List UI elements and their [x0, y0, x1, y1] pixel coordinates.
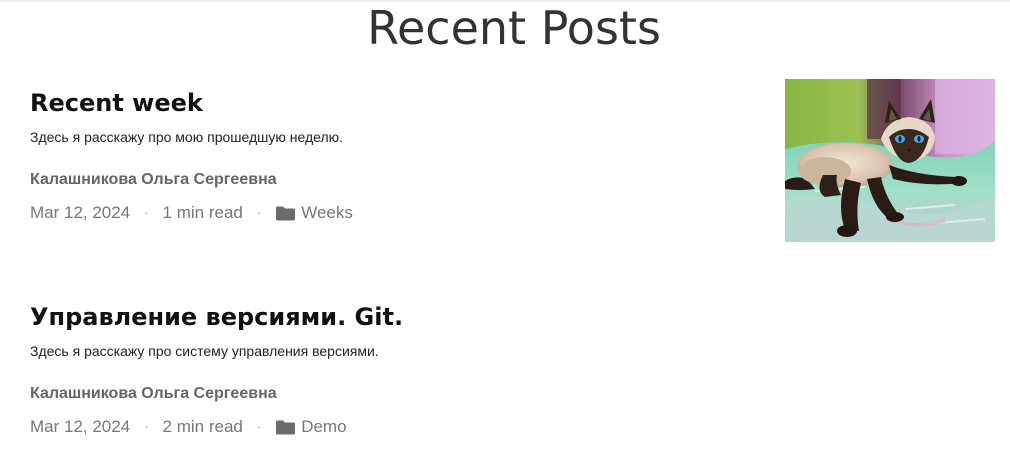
post-meta: Mar 12, 2024 · 2 min read · Demo [30, 415, 990, 439]
post-read-time: 1 min read [162, 203, 243, 222]
meta-separator: · [256, 419, 262, 434]
post-title-link[interactable]: Управление версиями. Git. [30, 296, 990, 338]
meta-separator: · [144, 205, 149, 220]
meta-separator: · [144, 419, 149, 434]
post-category-link[interactable]: Demo [301, 415, 346, 439]
post-thumbnail-siamese-cat[interactable] [785, 79, 995, 242]
post-date: Mar 12, 2024 [30, 417, 131, 436]
post-card: Управление версиями. Git. Здесь я расска… [30, 296, 990, 439]
post-category-link[interactable]: Weeks [301, 201, 353, 225]
folder-icon [276, 420, 296, 434]
post-read-time: 2 min read [162, 417, 243, 436]
post-date: Mar 12, 2024 [30, 203, 131, 222]
post-author: Калашникова Ольга Сергеевна [30, 385, 277, 402]
post-excerpt: Здесь я расскажу про систему управления … [30, 343, 379, 359]
folder-icon [276, 206, 296, 220]
meta-separator: · [256, 205, 262, 220]
cat-photo-image [785, 79, 995, 242]
section-title: Recent Posts [367, 1, 661, 55]
